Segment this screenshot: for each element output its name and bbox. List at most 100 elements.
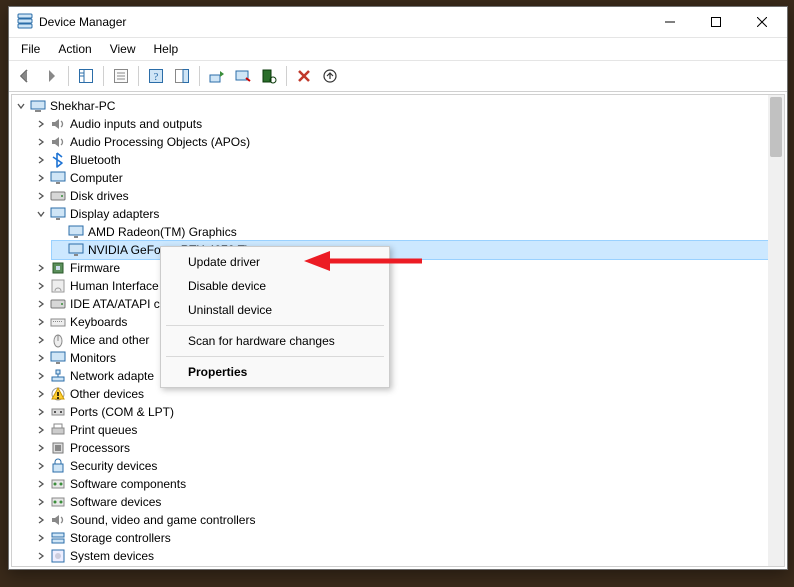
tree-root[interactable]: Shekhar-PC — [12, 97, 784, 115]
expand-icon[interactable] — [34, 369, 48, 383]
uninstall-device-button[interactable] — [292, 64, 316, 88]
device-category[interactable]: Processors — [32, 439, 784, 457]
collapse-icon[interactable] — [34, 207, 48, 221]
chip-icon — [50, 260, 66, 276]
expand-icon[interactable] — [34, 189, 48, 203]
expand-icon[interactable] — [34, 513, 48, 527]
svg-text:?: ? — [154, 71, 159, 83]
close-button[interactable] — [739, 7, 785, 37]
device-category-label: Computer — [70, 171, 123, 185]
context-menu-item[interactable]: Properties — [164, 360, 386, 384]
maximize-button[interactable] — [693, 7, 739, 37]
device-category[interactable]: Bluetooth — [32, 151, 784, 169]
menu-view[interactable]: View — [102, 40, 144, 58]
expand-icon[interactable] — [34, 531, 48, 545]
monitor-icon — [68, 224, 84, 240]
expand-icon[interactable] — [34, 279, 48, 293]
scan-hardware-button[interactable] — [257, 64, 281, 88]
device-tree[interactable]: Shekhar-PC Audio inputs and outputs Audio … — [11, 94, 785, 567]
update-driver-button[interactable] — [205, 64, 229, 88]
device-category[interactable]: Keyboards — [32, 313, 784, 331]
device-category[interactable]: Audio Processing Objects (APOs) — [32, 133, 784, 151]
expand-icon[interactable] — [34, 333, 48, 347]
expand-icon[interactable] — [34, 549, 48, 563]
minimize-button[interactable] — [647, 7, 693, 37]
disable-device-button[interactable] — [231, 64, 255, 88]
monitor-icon — [50, 350, 66, 366]
drive-icon — [50, 296, 66, 312]
device-category[interactable]: IDE ATA/ATAPI c — [32, 295, 784, 313]
device-item[interactable]: AMD Radeon(TM) Graphics — [52, 223, 784, 241]
action-pane-button[interactable] — [170, 64, 194, 88]
device-category[interactable]: Computer — [32, 169, 784, 187]
expand-icon[interactable] — [34, 387, 48, 401]
device-category-label: Disk drives — [70, 189, 129, 203]
device-category[interactable]: Software devices — [32, 493, 784, 511]
add-legacy-hardware-button[interactable] — [318, 64, 342, 88]
help-button[interactable]: ? — [144, 64, 168, 88]
device-category-label: Network adapte — [70, 369, 154, 383]
expand-icon[interactable] — [34, 117, 48, 131]
device-category[interactable]: Display adapters — [32, 205, 784, 223]
expand-icon[interactable] — [34, 315, 48, 329]
expand-icon[interactable] — [34, 495, 48, 509]
vertical-scrollbar[interactable] — [768, 95, 784, 566]
device-category[interactable]: Disk drives — [32, 187, 784, 205]
storage-icon — [50, 530, 66, 546]
device-category[interactable]: Network adapte — [32, 367, 784, 385]
network-icon — [50, 368, 66, 384]
menu-action[interactable]: Action — [50, 40, 99, 58]
device-category[interactable]: Mice and other — [32, 331, 784, 349]
properties-button[interactable] — [109, 64, 133, 88]
collapse-icon[interactable] — [14, 99, 28, 113]
window-controls — [647, 7, 785, 37]
monitor-icon — [68, 242, 84, 258]
device-category[interactable]: Sound, video and game controllers — [32, 511, 784, 529]
device-category-label: Audio Processing Objects (APOs) — [70, 135, 250, 149]
device-category[interactable]: Firmware — [32, 259, 784, 277]
device-category-label: Storage controllers — [70, 531, 171, 545]
context-menu-item[interactable]: Disable device — [164, 274, 386, 298]
device-category[interactable]: Security devices — [32, 457, 784, 475]
device-category[interactable]: Storage controllers — [32, 529, 784, 547]
device-category-label: Software components — [70, 477, 186, 491]
device-category[interactable]: Print queues — [32, 421, 784, 439]
expand-icon[interactable] — [34, 297, 48, 311]
toolbar-separator — [68, 66, 69, 86]
expand-icon[interactable] — [34, 477, 48, 491]
device-category[interactable]: Software components — [32, 475, 784, 493]
device-category[interactable]: Monitors — [32, 349, 784, 367]
nav-forward-button[interactable] — [39, 64, 63, 88]
context-menu-item[interactable]: Scan for hardware changes — [164, 329, 386, 353]
device-category[interactable]: Human Interface — [32, 277, 784, 295]
expand-icon[interactable] — [34, 459, 48, 473]
keyboard-icon — [50, 314, 66, 330]
speaker-icon — [50, 134, 66, 150]
menu-file[interactable]: File — [13, 40, 48, 58]
nav-back-button[interactable] — [13, 64, 37, 88]
expand-icon[interactable] — [34, 261, 48, 275]
device-category[interactable]: Audio inputs and outputs — [32, 115, 784, 133]
expand-icon[interactable] — [34, 135, 48, 149]
tree-root-label: Shekhar-PC — [50, 99, 115, 113]
device-category[interactable]: Ports (COM & LPT) — [32, 403, 784, 421]
expand-icon[interactable] — [34, 423, 48, 437]
device-category-label: Software devices — [70, 495, 161, 509]
expand-icon[interactable] — [34, 441, 48, 455]
expand-icon[interactable] — [34, 405, 48, 419]
expand-icon[interactable] — [34, 171, 48, 185]
context-menu-item[interactable]: Update driver — [164, 250, 386, 274]
show-hide-tree-button[interactable] — [74, 64, 98, 88]
scroll-thumb[interactable] — [770, 97, 782, 157]
device-item-label: AMD Radeon(TM) Graphics — [88, 225, 237, 239]
context-menu-item[interactable]: Uninstall device — [164, 298, 386, 322]
expand-icon[interactable] — [34, 153, 48, 167]
device-category[interactable]: System devices — [32, 547, 784, 565]
device-category-label: Ports (COM & LPT) — [70, 405, 174, 419]
device-category-label: Print queues — [70, 423, 137, 437]
titlebar[interactable]: Device Manager — [9, 7, 787, 37]
device-manager-window: Device Manager File Action View Help — [8, 6, 788, 570]
expand-icon[interactable] — [34, 351, 48, 365]
device-category[interactable]: Other devices — [32, 385, 784, 403]
menu-help[interactable]: Help — [146, 40, 187, 58]
